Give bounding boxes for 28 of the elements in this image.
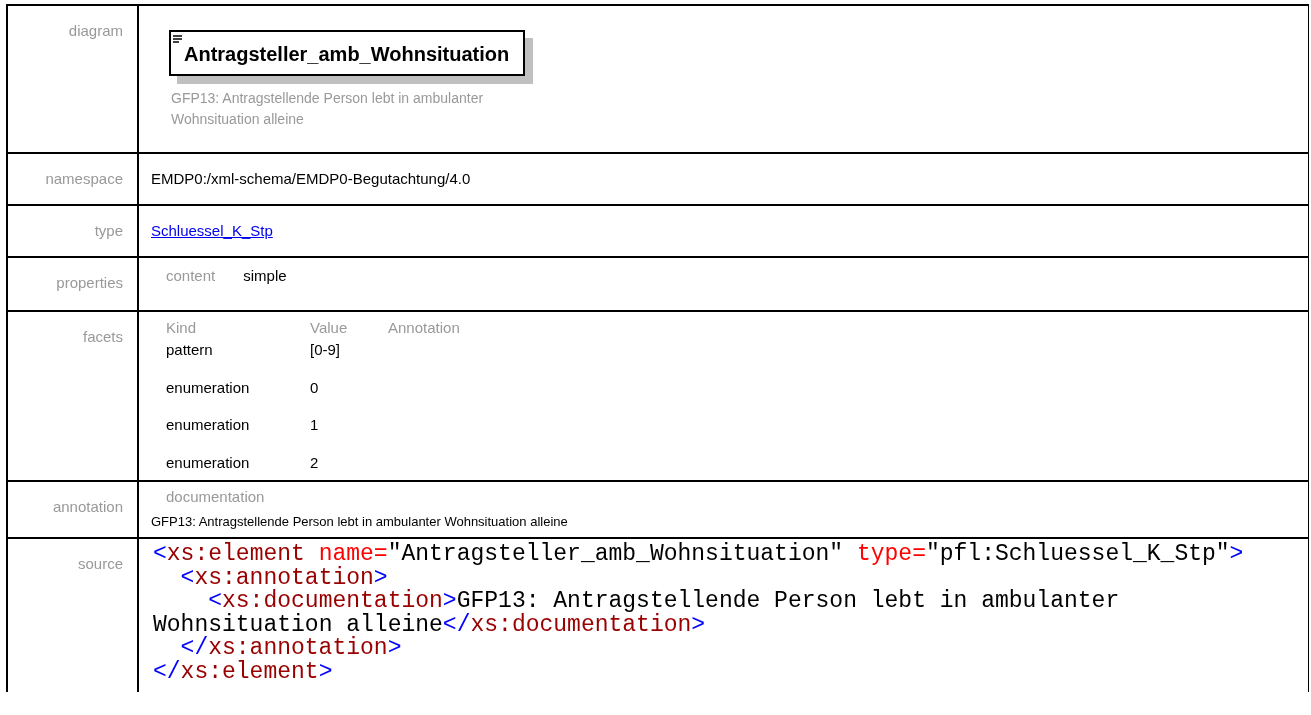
annotation-text: GFP13: Antragstellende Person lebt in ambulanter Wohnsituation alleine — [151, 512, 569, 531]
type-link[interactable]: Schluessel_K_Stp — [151, 222, 273, 239]
facet-value: 1 — [310, 415, 319, 435]
row-label: source — [77, 555, 123, 572]
row-label: namespace — [45, 170, 123, 187]
annotation-heading: documentation — [166, 487, 266, 507]
element-description: GFP13: Antragstellende Person lebt in ambulanter Wohnsituation alleine — [171, 89, 485, 129]
column-header: Annotation — [388, 317, 460, 338]
row-label: annotation — [52, 498, 123, 515]
element-name: Antragsteller_amb_Wohnsituation — [184, 42, 510, 67]
list-icon — [173, 35, 182, 43]
facet-kind: enumeration — [166, 452, 251, 473]
facet-value: 2 — [310, 452, 319, 473]
row-label: diagram — [68, 22, 123, 39]
property-value: simple — [243, 266, 287, 286]
facet-value: 0 — [310, 377, 319, 398]
row-label: type — [94, 222, 123, 239]
column-header: Kind — [166, 317, 198, 338]
source-code: <xs:element name="Antragsteller_amb_Wohnsituation" type="pfl:Schluessel_K_Stp"> <xs:annotation> <xs:documentation>GFP13: Antragstellende Person lebt in ambulanter Wohnsituation alleine</xs:documentation> </xs:annotation> </xs:element> — [152, 540, 1245, 687]
facet-kind: pattern — [166, 340, 214, 360]
namespace-value: EMDP0:/xml-schema/EMDP0-Begutachtung/4.0 — [151, 170, 471, 187]
facet-kind: enumeration — [166, 377, 251, 398]
facet-value: [0-9] — [310, 340, 340, 360]
facet-kind: enumeration — [166, 415, 251, 435]
row-label: facets — [82, 327, 123, 345]
column-header: Value — [310, 317, 349, 338]
row-label: properties — [56, 274, 123, 291]
property-name: content — [166, 266, 216, 286]
